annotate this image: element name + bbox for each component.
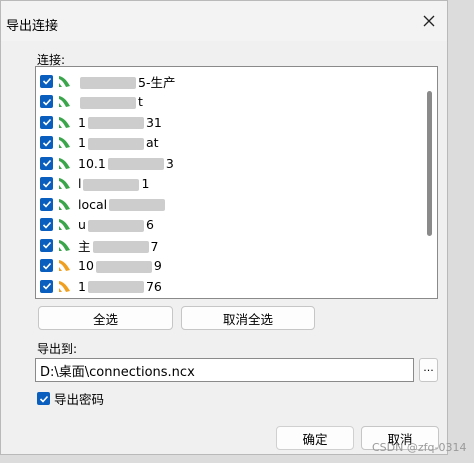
green-connection-icon [59, 239, 70, 251]
redacted-text [87, 281, 144, 293]
connection-name-prefix: u [78, 217, 86, 232]
redacted-text [95, 260, 152, 273]
close-icon[interactable] [421, 13, 437, 29]
redacted-text [80, 77, 136, 89]
checkbox-checked-icon[interactable] [40, 177, 53, 190]
connection-name-suffix: 5-生产 [138, 74, 176, 90]
ok-button[interactable]: 确定 [276, 426, 354, 450]
connection-name-suffix: 7 [150, 238, 159, 254]
export-connections-dialog: 导出连接 连接: 5-生产 t 1 31 1 at 10.1 3 l 1 local u 6 主 7 10 9 1… [0, 0, 448, 455]
connection-list-item[interactable]: l1 [40, 174, 149, 194]
connection-name: 1 76 [78, 279, 162, 294]
checkbox-checked-icon[interactable] [40, 95, 53, 108]
connection-list-item[interactable]: u6 [40, 215, 154, 235]
export-password-checkbox[interactable]: 导出密码 [37, 389, 104, 408]
connection-name: 主7 [78, 236, 158, 255]
scrollbar-thumb[interactable] [427, 91, 432, 236]
connection-list-item[interactable]: 主7 [40, 235, 158, 255]
connections-list[interactable]: 5-生产 t 1 31 1 at 10.1 3 l 1 local u 6 主 7 10 9 1 76 [35, 66, 438, 299]
connection-list-item[interactable]: 10 9 [40, 256, 162, 276]
redacted-text [87, 219, 144, 232]
connection-name-prefix: l [78, 176, 82, 191]
green-connection-icon [59, 157, 70, 169]
scrollbar[interactable] [426, 71, 434, 294]
deselect-all-button[interactable]: 取消全选 [181, 306, 315, 330]
connection-name: 10.1 3 [78, 156, 174, 171]
connection-list-item[interactable]: local [40, 194, 167, 214]
checkbox-checked-icon[interactable] [40, 197, 53, 211]
connection-name-prefix: local [78, 196, 108, 212]
redacted-text [107, 158, 164, 170]
connection-list-item[interactable]: 1 31 [40, 112, 162, 132]
dialog-title: 导出连接 [6, 19, 59, 34]
connection-name-suffix: 76 [145, 278, 162, 294]
green-connection-icon [59, 96, 70, 107]
connection-name-suffix: 31 [145, 114, 162, 130]
connection-list-item[interactable]: 10.1 3 [40, 153, 174, 173]
connection-list-item[interactable]: 1 at [40, 133, 159, 153]
connection-name: t [78, 94, 143, 109]
redacted-text [92, 241, 149, 253]
checkbox-checked-icon[interactable] [40, 115, 53, 129]
connection-name: 5-生产 [78, 72, 175, 91]
connection-list-item[interactable]: 1 76 [40, 276, 162, 296]
connection-name-suffix: 1 [141, 176, 150, 191]
connection-name-prefix: 10.1 [78, 155, 106, 171]
green-connection-icon [59, 116, 70, 128]
connection-name-suffix: 3 [165, 155, 174, 171]
connection-name: l1 [78, 176, 149, 191]
orange-connection-icon [59, 280, 70, 292]
watermark: CSDN @zfq-0314 [372, 441, 467, 454]
redacted-text [87, 137, 144, 150]
checkbox-checked-icon[interactable] [37, 392, 50, 405]
connection-name-prefix: 10 [78, 258, 94, 273]
export-path-input[interactable] [35, 358, 414, 382]
orange-connection-icon [59, 260, 70, 271]
redacted-text [83, 178, 140, 191]
green-connection-icon [59, 198, 70, 210]
green-connection-icon [59, 137, 70, 148]
connection-name: 10 9 [78, 258, 162, 273]
checkbox-checked-icon[interactable] [40, 238, 53, 252]
connection-name: 1 at [78, 135, 159, 150]
checkbox-checked-icon[interactable] [40, 279, 53, 293]
connection-name-prefix: 1 [78, 135, 86, 150]
redacted-text [80, 96, 136, 109]
connection-name-prefix: 1 [78, 114, 86, 130]
connection-name: 1 31 [78, 115, 162, 130]
connection-name-suffix: 9 [153, 258, 162, 273]
connection-name-suffix: t [138, 94, 143, 109]
connection-list-item-partial[interactable] [40, 297, 78, 299]
green-connection-icon [59, 75, 70, 87]
green-connection-icon [59, 178, 70, 189]
connection-name: u6 [78, 217, 154, 232]
redacted-text [87, 117, 144, 129]
connection-list-item[interactable]: t [40, 92, 143, 112]
redacted-text [109, 199, 166, 211]
checkbox-checked-icon[interactable] [40, 259, 53, 272]
connection-name-suffix: at [145, 135, 159, 150]
select-all-button[interactable]: 全选 [38, 306, 173, 330]
connection-name-suffix: 6 [145, 217, 154, 232]
connection-name-prefix: 主 [78, 238, 91, 254]
green-connection-icon [59, 219, 70, 230]
browse-button[interactable]: ... [419, 358, 438, 382]
checkbox-checked-icon[interactable] [40, 218, 53, 231]
connection-name-prefix: 1 [78, 278, 86, 294]
export-password-label: 导出密码 [54, 392, 105, 407]
connection-name: local [78, 197, 167, 212]
title-bar: 导出连接 [1, 1, 447, 41]
checkbox-checked-icon[interactable] [40, 74, 53, 88]
checkbox-checked-icon[interactable] [40, 156, 53, 170]
checkbox-checked-icon[interactable] [40, 136, 53, 149]
connection-list-item[interactable]: 5-生产 [40, 71, 175, 91]
export-to-label: 导出到: [37, 342, 78, 356]
